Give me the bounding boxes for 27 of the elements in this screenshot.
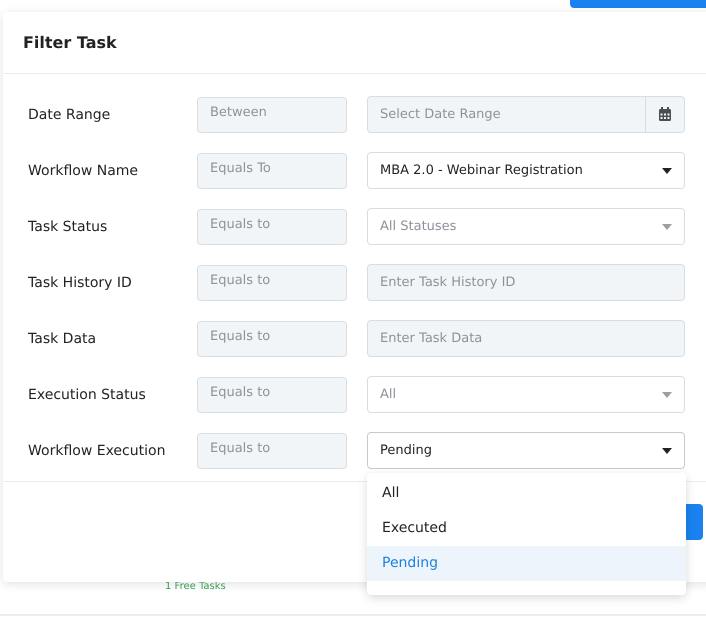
- operator-field: Equals To: [197, 152, 347, 188]
- filter-label: Workflow Execution: [28, 442, 166, 458]
- filter-label: Date Range: [28, 106, 112, 122]
- input-field[interactable]: Enter Task History ID: [367, 264, 685, 301]
- operator-field: Equals to: [197, 432, 347, 468]
- dropdown-option[interactable]: Executed: [367, 511, 686, 546]
- select-field[interactable]: Pending: [367, 432, 685, 469]
- filter-label: Task Data: [28, 330, 98, 346]
- caret-icon: [662, 224, 672, 230]
- caret-icon: [662, 448, 672, 454]
- operator-field: Equals to: [197, 320, 347, 356]
- operator-field: Equals to: [197, 264, 347, 300]
- caret-icon: [662, 392, 672, 398]
- operator-field: Equals to: [197, 208, 347, 244]
- operator-field: Equals to: [197, 376, 347, 412]
- dropdown-option[interactable]: Pending: [367, 546, 686, 581]
- input-field[interactable]: Enter Task Data: [367, 320, 685, 357]
- modal-title: Filter Task: [23, 33, 117, 52]
- filter-label: Task Status: [28, 218, 108, 234]
- free-tasks-label: 1 Free Tasks: [165, 581, 226, 592]
- operator-field: Between: [197, 96, 347, 132]
- filter-label: Workflow Name: [28, 162, 140, 178]
- dropdown-option[interactable]: All: [367, 476, 686, 511]
- caret-icon: [662, 168, 672, 174]
- select-field[interactable]: MBA 2.0 - Webinar Registration: [367, 152, 685, 189]
- filter-label: Execution Status: [28, 386, 147, 402]
- filter-label: Task History ID: [28, 274, 133, 290]
